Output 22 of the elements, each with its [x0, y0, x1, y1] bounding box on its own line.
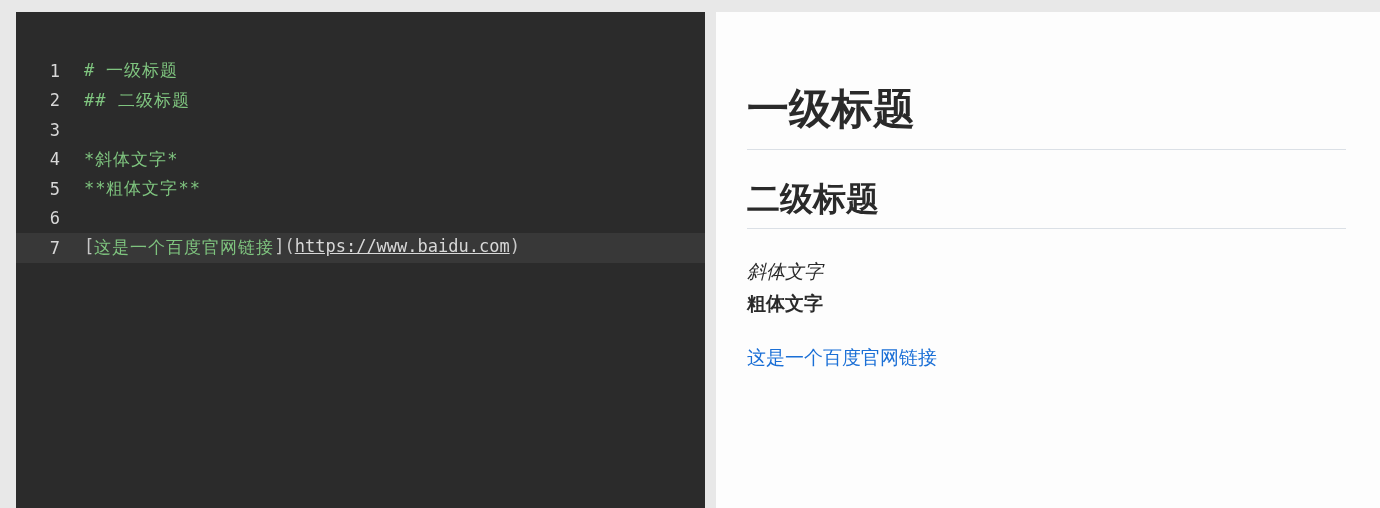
heading: 一级标题 [747, 82, 1346, 150]
link-url: https://www.baidu.com [294, 236, 510, 259]
markdown-text: # 一级标题 [84, 59, 179, 83]
line-number: 2 [48, 90, 61, 111]
code-editor[interactable]: 1 # 一级标题 2 ## 二级标题 3 4 *斜体文字* 5 **粗体文字** 6 7 [这是一个百度官网链接](https://www.baidu.com) [16, 12, 705, 508]
bold-text: 粗体文字 [747, 291, 824, 317]
line-number: 4 [48, 149, 61, 170]
italic-text: 斜体文字 [747, 259, 826, 285]
markdown-text: 这是一个百度官网链接 [94, 236, 275, 260]
markdown-text: ## 二级标题 [84, 88, 190, 112]
line-number: 1 [48, 60, 61, 81]
line-number: 3 [48, 119, 61, 140]
markdown-bracket: ) [509, 236, 520, 259]
line-number: 7 [48, 237, 61, 258]
line-number: 5 [48, 178, 61, 199]
subheading: 二级标题 [747, 177, 1346, 230]
link[interactable]: 这是一个百度官网链接 [747, 346, 937, 369]
markdown-text: **粗体文字** [84, 177, 201, 201]
line-number: 6 [48, 208, 61, 229]
markdown-bracket: ]( [274, 236, 295, 259]
markdown-bracket: [ [84, 236, 95, 259]
markdown-text: *斜体文字* [84, 147, 179, 171]
